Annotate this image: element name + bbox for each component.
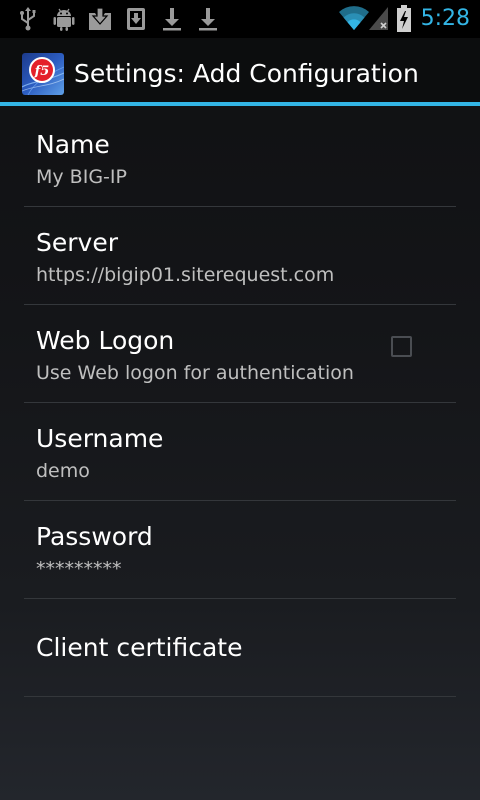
password-preference[interactable]: Password ********* (24, 501, 456, 599)
action-bar-divider (0, 102, 480, 106)
screen: 5:28 f5 Settings: Add Configuration Name (0, 0, 480, 800)
battery-charging-icon (397, 5, 411, 32)
name-title: Name (36, 130, 110, 159)
client-certificate-title: Client certificate (36, 633, 243, 662)
sd-download-icon (127, 8, 145, 30)
web-logon-preference[interactable]: Web Logon Use Web logon for authenticati… (24, 305, 456, 403)
f5-app-icon[interactable]: f5 (22, 53, 64, 95)
web-logon-title: Web Logon (36, 326, 175, 355)
server-title: Server (36, 228, 118, 257)
status-bar: 5:28 (0, 0, 480, 38)
web-logon-checkbox[interactable] (391, 336, 412, 357)
password-title: Password (36, 522, 153, 551)
download-icon (163, 8, 181, 31)
username-value: demo (36, 460, 90, 482)
signal-no-service-icon (369, 7, 388, 30)
password-value: ********* (36, 558, 122, 580)
android-debug-icon (53, 8, 75, 31)
download-icon (199, 8, 217, 31)
download-done-icon (89, 7, 111, 30)
server-preference[interactable]: Server https://bigip01.siterequest.com (24, 207, 456, 305)
client-certificate-preference[interactable]: Client certificate (24, 599, 456, 697)
action-bar-title: Settings: Add Configuration (74, 59, 419, 88)
action-bar: f5 Settings: Add Configuration (0, 38, 480, 106)
name-value: My BIG-IP (36, 166, 127, 188)
usb-icon (20, 7, 36, 31)
username-preference[interactable]: Username demo (24, 403, 456, 501)
name-preference[interactable]: Name My BIG-IP (24, 109, 456, 207)
username-title: Username (36, 424, 164, 453)
web-logon-description: Use Web logon for authentication (36, 362, 354, 384)
server-value: https://bigip01.siterequest.com (36, 264, 335, 286)
clock: 5:28 (420, 6, 470, 31)
svg-text:f5: f5 (34, 64, 50, 79)
wifi-icon (339, 6, 369, 31)
preference-list: Name My BIG-IP Server https://bigip01.si… (0, 109, 480, 697)
